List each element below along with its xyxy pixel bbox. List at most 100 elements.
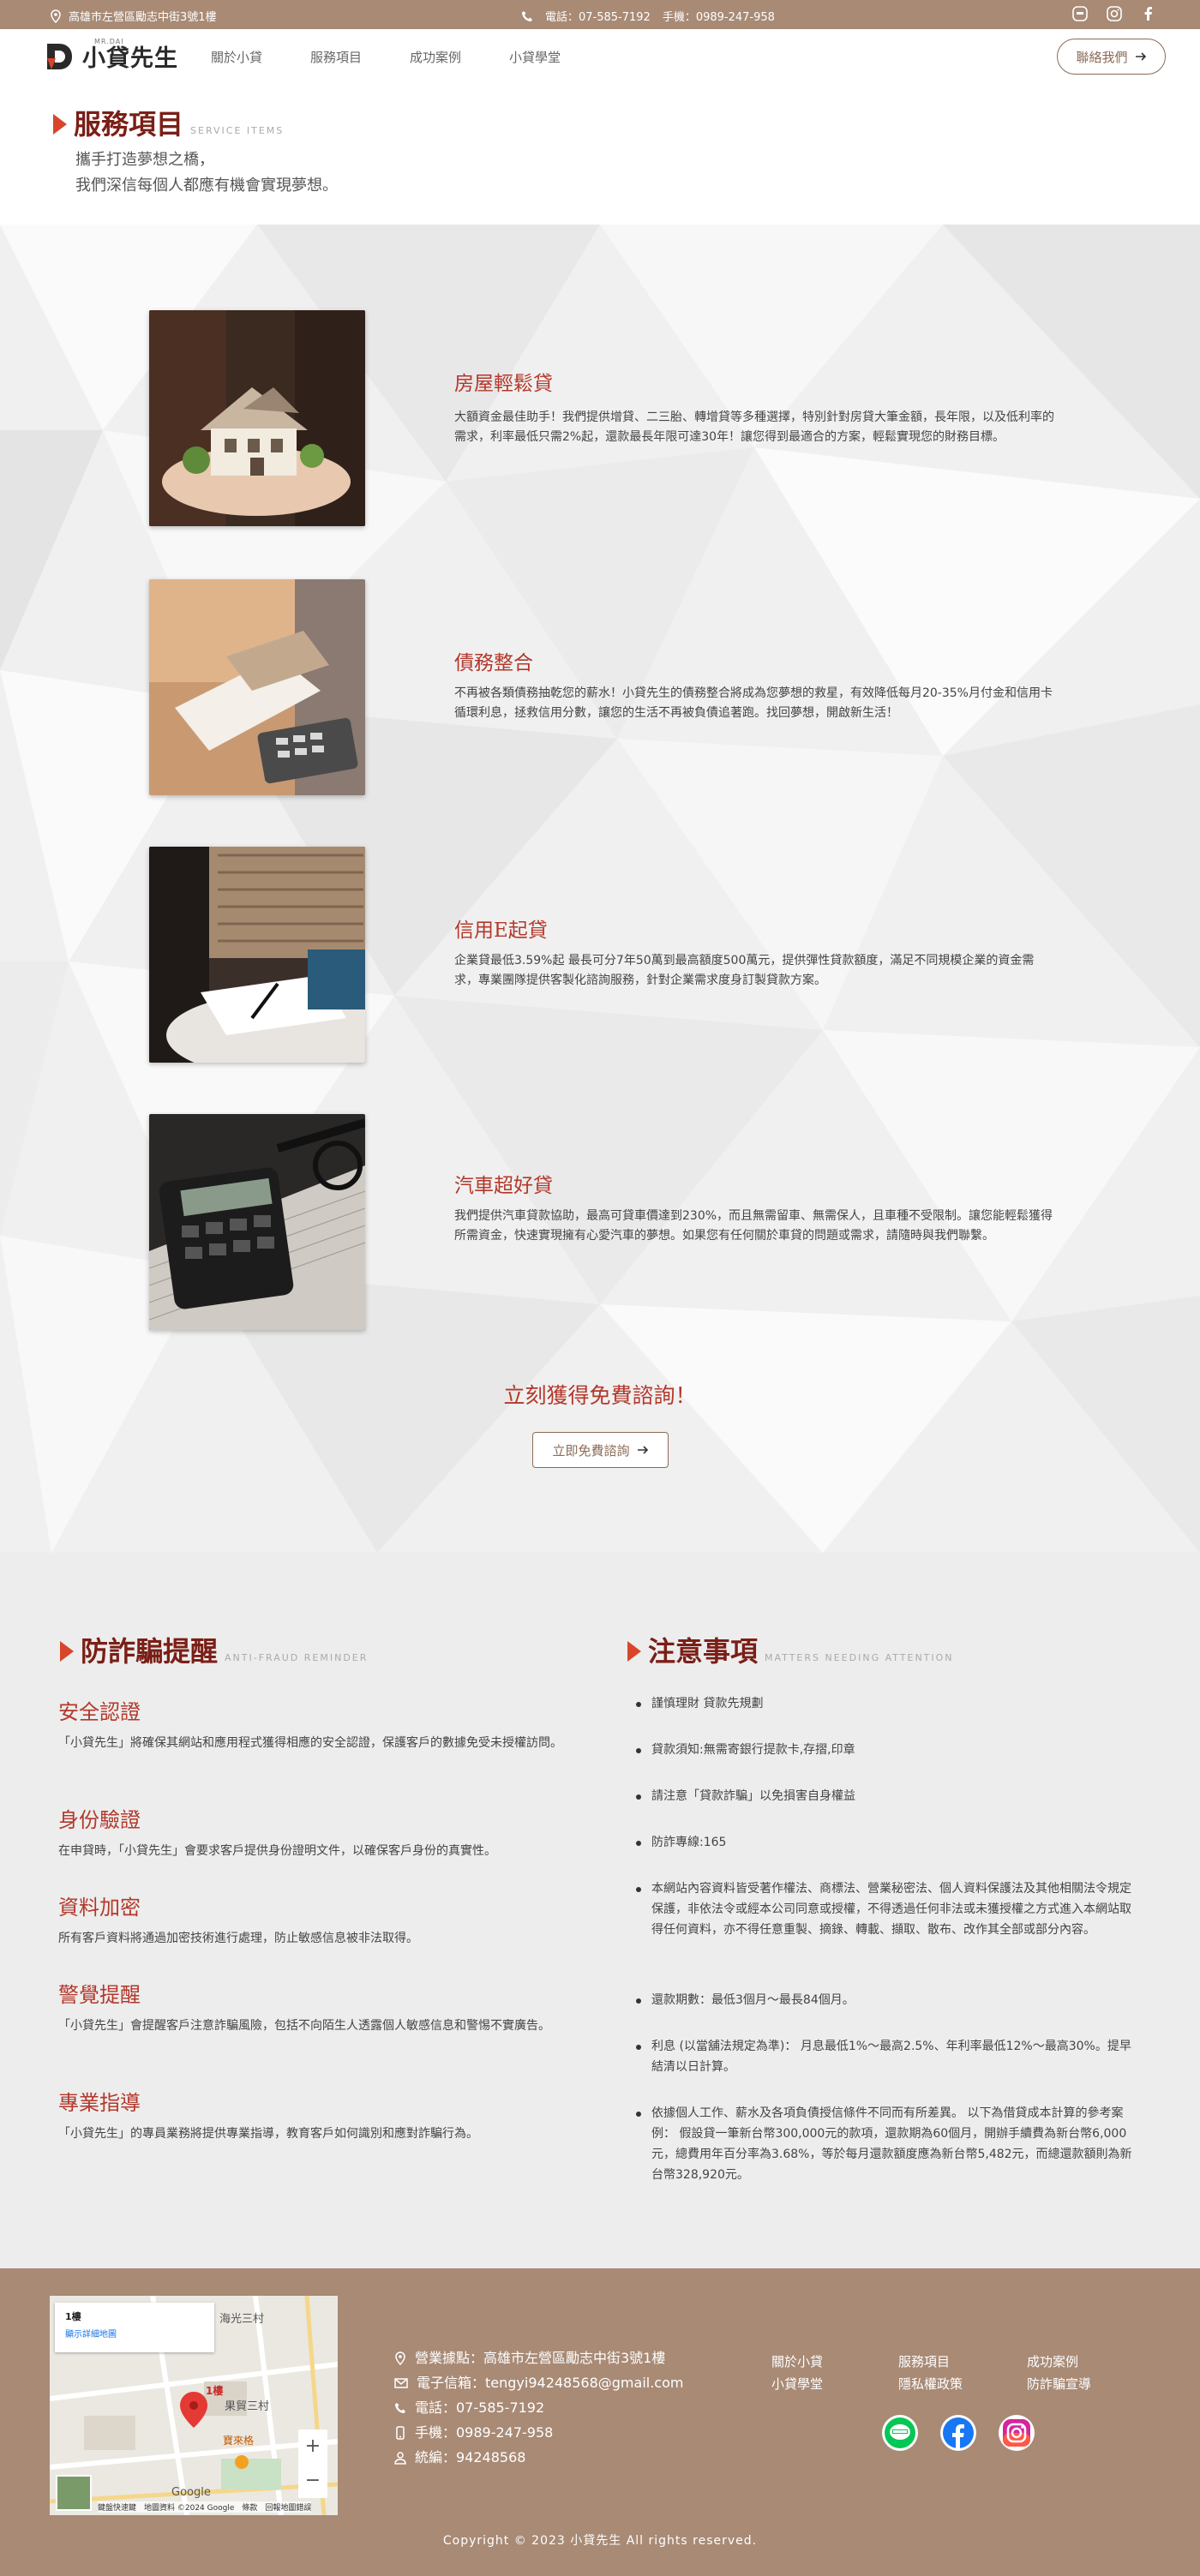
nav-item-academy[interactable]: 小貸學堂	[509, 48, 561, 66]
free-consult-button[interactable]: 立即免費諮詢	[532, 1432, 669, 1468]
map-info-card: 1樓 顯示詳細地圖	[55, 2303, 214, 2352]
footer-link-privacy[interactable]: 隱私權政策	[898, 2375, 963, 2393]
service-image-debt	[149, 579, 365, 795]
user-icon	[394, 2451, 406, 2465]
list-item: 依據個人工作、薪水及各項負債授信條件不同而有所差異。 以下為借貸成本計算的參考案…	[631, 2103, 1140, 2185]
page-header: 服務項目 SERVICE ITEMS 攜手打造夢想之橋， 我們深信每個人都應有機…	[0, 84, 1200, 225]
line-icon[interactable]	[1071, 5, 1089, 22]
footer-taxid: 統編：94248568	[394, 2445, 683, 2470]
topbar-social	[1071, 5, 1157, 22]
map-place-name: 1樓	[65, 2311, 81, 2322]
map-label: 1樓	[206, 2385, 224, 2397]
footer-phone-text[interactable]: 電話：07-585-7192	[415, 2395, 544, 2420]
footer-email: 電子信箱：tengyi94248568@gmail.com	[394, 2370, 683, 2395]
footer-office-text: 營業據點：高雄市左營區勵志中街3號1樓	[415, 2350, 666, 2366]
copyright: Copyright © 2023 小貸先生 All rights reserve…	[442, 2534, 758, 2548]
list-item: 謹慎理財 貸款先規劃	[631, 1693, 1140, 1714]
topbar-address: 高雄市左營區勵志中街3號1樓	[50, 8, 217, 24]
map-label: 寶來格	[223, 2435, 255, 2447]
map-footer-text: 鍵盤快速鍵 地圖資料 ©2024 Google 條款 回報地圖錯誤	[98, 2501, 312, 2513]
google-logo: Google	[171, 2486, 211, 2499]
topbar-phone[interactable]: 電話：07-585-7192	[545, 8, 651, 24]
instagram-icon[interactable]	[1106, 5, 1123, 22]
line-icon[interactable]	[881, 2414, 919, 2452]
page-title-row: 服務項目 SERVICE ITEMS	[53, 110, 284, 139]
fraud-title: 防詐騙提醒	[81, 1635, 219, 1668]
nav-item-about[interactable]: 關於小貸	[211, 48, 262, 66]
fraud-item-title: 身份驗證	[58, 1808, 141, 1832]
service-title-car: 汽車超好貸	[454, 1175, 553, 1197]
svg-text:−: −	[305, 2470, 321, 2491]
site-footer: + − 1樓 顯示詳細地圖 海光三村 果貿三村 寶來格 1樓 Google 鍵盤…	[0, 2268, 1200, 2576]
footer-phone: 電話：07-585-7192	[394, 2395, 683, 2420]
service-title-house: 房屋輕鬆貸	[454, 373, 553, 395]
service-title-credit: 信用E起貸	[454, 920, 548, 942]
footer-office: 營業據點：高雄市左營區勵志中街3號1樓	[394, 2345, 683, 2370]
nav-item-services[interactable]: 服務項目	[310, 48, 362, 66]
location-map[interactable]: + − 1樓 顯示詳細地圖 海光三村 果貿三村 寶來格 1樓 Google 鍵盤…	[50, 2296, 338, 2515]
notes-title: 注意事項	[648, 1635, 759, 1668]
top-bar: 高雄市左營區勵志中街3號1樓 電話：07-585-7192 手機：0989-24…	[0, 0, 1200, 29]
cta-title: 立刻獲得免費諮詢！	[503, 1383, 697, 1408]
title-triangle-icon	[60, 1641, 74, 1662]
instagram-icon[interactable]	[998, 2414, 1035, 2452]
mail-icon	[394, 2377, 408, 2388]
fraud-title-row: 防詐騙提醒 ANTI-FRAUD REMINDER	[60, 1637, 368, 1666]
footer-mobile-text[interactable]: 手機：0989-247-958	[415, 2420, 553, 2445]
svg-text:+: +	[305, 2435, 321, 2457]
topbar-mobile[interactable]: 手機：0989-247-958	[663, 8, 775, 24]
footer-email-text[interactable]: 電子信箱：tengyi94248568@gmail.com	[417, 2370, 683, 2395]
map-label: 海光三村	[219, 2313, 265, 2326]
fraud-item-desc: 「小貸先生」的專員業務將提供專業指導，教育客戶如何識別和應對詐騙行為。	[58, 2127, 478, 2141]
page-lead: 攜手打造夢想之橋， 我們深信每個人都應有機會實現夢想。	[75, 147, 338, 199]
lead-line-2: 我們深信每個人都應有機會實現夢想。	[75, 177, 338, 195]
footer-link-antifraud[interactable]: 防詐騙宣導	[1027, 2375, 1091, 2393]
footer-social	[881, 2414, 1035, 2452]
title-triangle-icon	[53, 114, 67, 135]
logo-mark-icon	[47, 43, 72, 69]
facebook-icon[interactable]	[939, 2414, 977, 2452]
page-title: 服務項目	[74, 108, 184, 141]
location-pin-icon	[395, 2351, 405, 2365]
list-item: 利息 (以當舖法規定為準)： 月息最低1%～最高2.5%、年利率最低12%～最高…	[631, 2036, 1140, 2077]
logo-english: MR.DAI	[94, 38, 124, 45]
list-item: 請注意「貸款詐騙」以免損害自身權益	[631, 1786, 1140, 1806]
footer-mobile: 手機：0989-247-958	[394, 2420, 683, 2445]
site-logo[interactable]: 小貸先生 MR.DAI	[45, 38, 178, 73]
arrow-right-icon	[637, 1446, 648, 1454]
notes-title-row: 注意事項 MATTERS NEEDING ATTENTION	[627, 1637, 954, 1666]
services-section: 房屋輕鬆貸 大額資金最佳助手！我們提供增貸、二三胎、轉增貸等多種選擇，特別針對房…	[0, 225, 1200, 1553]
footer-link-about[interactable]: 關於小貸	[771, 2352, 823, 2370]
nav-item-cases[interactable]: 成功案例	[410, 48, 461, 66]
service-image-house	[149, 310, 365, 526]
contact-us-label: 聯絡我們	[1076, 49, 1128, 65]
facebook-icon[interactable]	[1140, 5, 1157, 22]
fraud-subtitle: ANTI-FRAUD REMINDER	[225, 1652, 369, 1663]
service-desc-house: 大額資金最佳助手！我們提供增貸、二三胎、轉增貸等多種選擇，特別針對房貸大筆金額，…	[454, 410, 1054, 444]
free-consult-label: 立即免費諮詢	[552, 1442, 630, 1459]
fraud-item-title: 安全認證	[58, 1700, 141, 1724]
service-desc-credit: 企業貸最低3.59%起 最長可分7年50萬到最高額度500萬元，提供彈性貸款額度…	[454, 954, 1035, 987]
phone-icon	[395, 2402, 405, 2413]
location-pin-icon	[51, 9, 61, 23]
notes-subtitle: MATTERS NEEDING ATTENTION	[765, 1652, 954, 1663]
fraud-item-desc: 在申貸時，「小貸先生」會要求客戶提供身份證明文件，以確保客戶身份的真實性。	[58, 1844, 496, 1858]
footer-link-services[interactable]: 服務項目	[898, 2352, 950, 2370]
contact-us-button[interactable]: 聯絡我們	[1057, 39, 1166, 75]
main-nav: 關於小貸 服務項目 成功案例 小貸學堂	[211, 48, 561, 66]
list-item: 還款期數：最低3個月～最長84個月。	[631, 1990, 1140, 2010]
fraud-item-title: 資料加密	[58, 1896, 141, 1920]
map-label: 果貿三村	[225, 2400, 270, 2413]
phone-icon	[522, 10, 532, 21]
topbar-address-text: 高雄市左營區勵志中街3號1樓	[69, 11, 217, 24]
footer-link-cases[interactable]: 成功案例	[1027, 2352, 1078, 2370]
list-item: 貸款須知:無需寄銀行提款卡,存摺,印章	[631, 1740, 1140, 1760]
fraud-item-title: 警覺提醒	[58, 1983, 141, 2007]
map-detail-link[interactable]: 顯示詳細地圖	[65, 2330, 117, 2339]
service-image-car	[149, 1114, 365, 1330]
fraud-item-desc: 「小貸先生」將確保其網站和應用程式獲得相應的安全認證，保護客戶的數據免受未授權訪…	[58, 1736, 562, 1750]
lead-line-1: 攜手打造夢想之橋，	[75, 151, 214, 169]
title-triangle-icon	[627, 1641, 641, 1662]
footer-link-academy[interactable]: 小貸學堂	[771, 2375, 823, 2393]
service-title-debt: 債務整合	[454, 652, 533, 674]
